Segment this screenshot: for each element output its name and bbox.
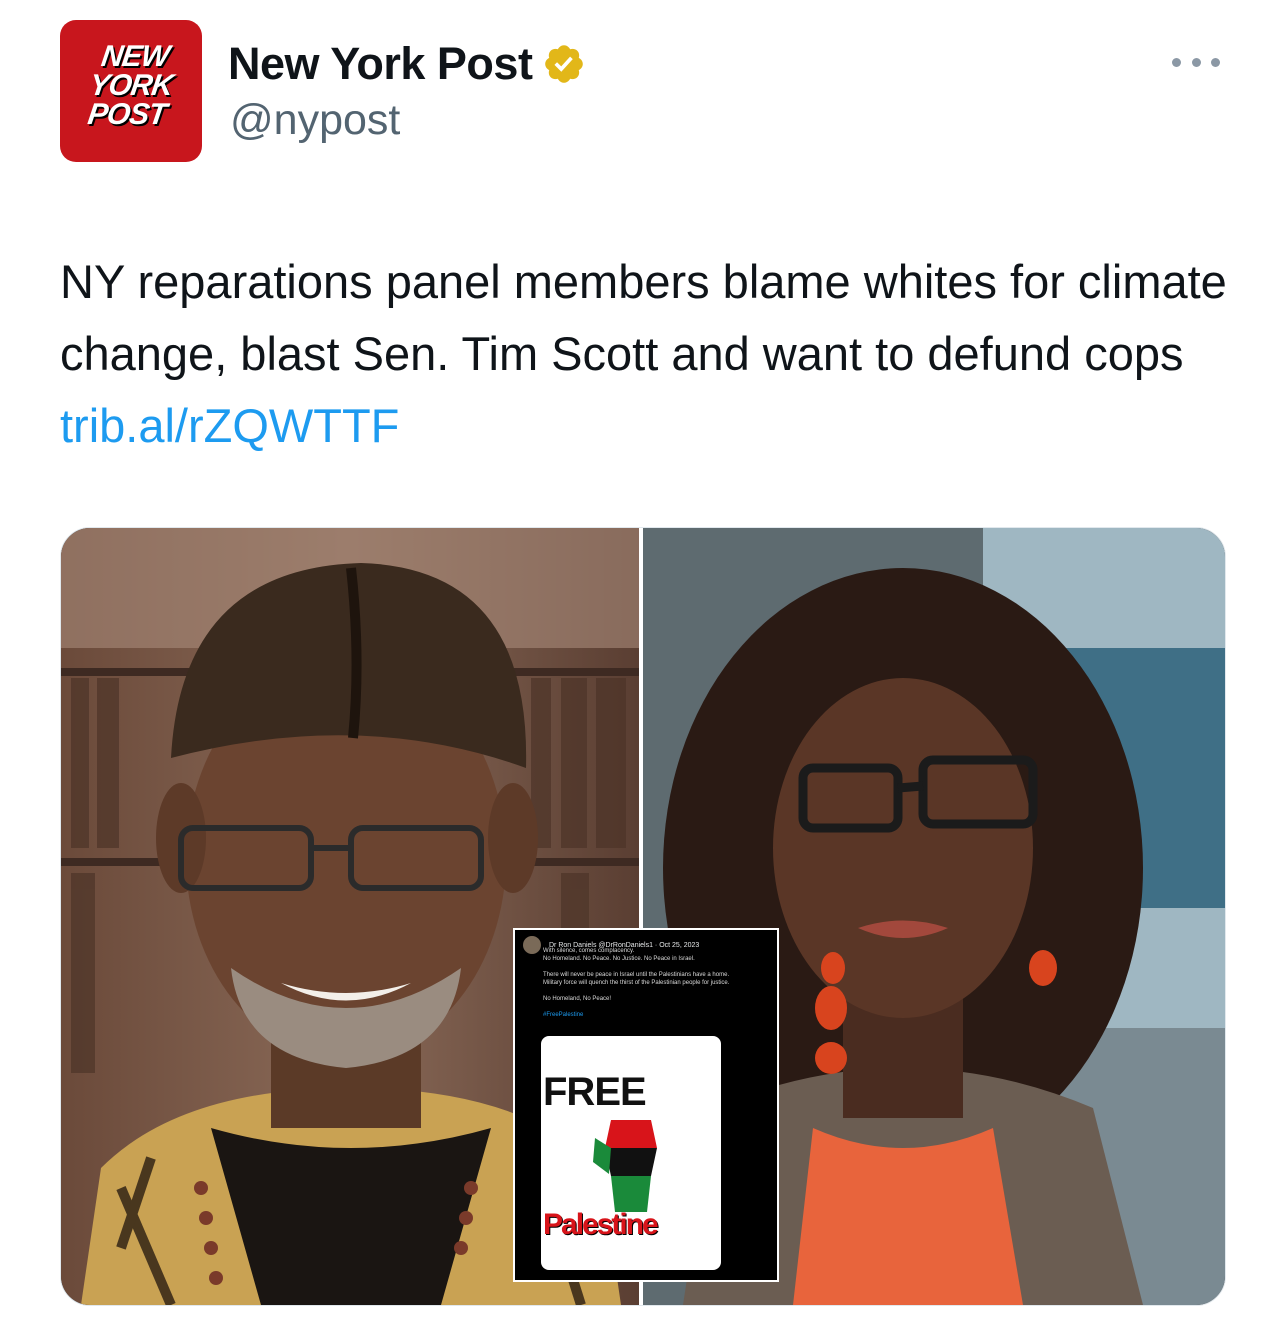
inset-line-4: Military force will quench the thirst of… xyxy=(543,980,730,986)
verified-badge-icon[interactable] xyxy=(542,42,586,86)
more-dot xyxy=(1172,57,1181,67)
nypost-logo: NEW YORK POST xyxy=(60,40,202,131)
logo-line-1: NEW xyxy=(99,40,171,73)
inset-card-free: FREE xyxy=(543,1070,647,1114)
inset-post-screenshot: Dr Ron Daniels @DrRonDaniels1 · Oct 25, … xyxy=(513,928,779,1282)
inset-line-1: With silence, comes complacency. xyxy=(543,948,635,954)
more-dot xyxy=(1211,57,1220,67)
account-handle[interactable]: @nypost xyxy=(230,96,400,145)
inset-line-2: No Homeland. No Peace. No Justice. No Pe… xyxy=(543,956,695,962)
inset-card-palestine: Palestine xyxy=(543,1208,659,1241)
tweet-body: NY reparations panel members blame white… xyxy=(60,255,1227,380)
more-options-icon[interactable] xyxy=(1172,52,1220,72)
inset-line-5: No Homeland, No Peace! xyxy=(543,996,612,1002)
tweet-text: NY reparations panel members blame white… xyxy=(60,246,1250,462)
tweet-media[interactable]: Dr Ron Daniels @DrRonDaniels1 · Oct 25, … xyxy=(60,527,1226,1306)
tweet-link[interactable]: trib.al/rZQWTTF xyxy=(60,399,399,452)
account-avatar[interactable]: NEW YORK POST xyxy=(60,20,202,162)
logo-line-3: POST xyxy=(85,98,169,131)
inset-hashtag: #FreePalestine xyxy=(543,1012,584,1018)
inset-avatar xyxy=(523,936,541,954)
raised-fist-icon xyxy=(593,1120,657,1212)
account-name[interactable]: New York Post xyxy=(228,38,533,90)
inset-line-3: There will never be peace in Israel unti… xyxy=(543,972,730,978)
account-name-row[interactable]: New York Post xyxy=(228,36,586,92)
inset-image-card: FREE Palestine xyxy=(541,1036,721,1270)
more-dot xyxy=(1191,57,1201,67)
logo-line-2: YORK xyxy=(87,69,175,102)
